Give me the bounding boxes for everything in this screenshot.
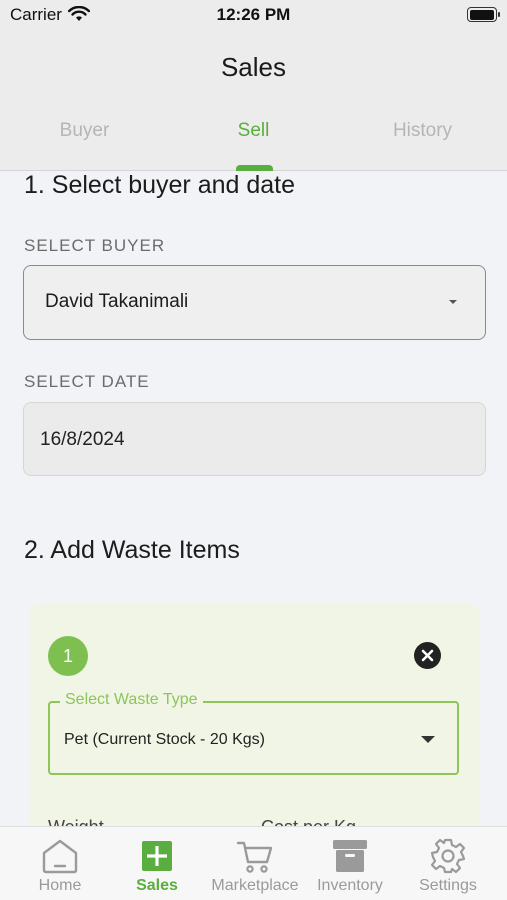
date-field[interactable]: 16/8/2024 — [23, 402, 486, 476]
section-title-buyer-date: 1. Select buyer and date — [24, 171, 296, 199]
waste-type-value: Pet (Current Stock - 20 Kgs) — [64, 731, 265, 748]
plus-square-icon — [142, 841, 172, 871]
nav-marketplace[interactable]: Marketplace — [196, 827, 314, 900]
date-field-value: 16/8/2024 — [40, 429, 125, 450]
nav-settings[interactable]: Settings — [399, 827, 497, 900]
status-bar: Carrier 12:26 PM — [0, 0, 507, 34]
bottom-nav: Home Sales Marketplace Inventory Setting… — [0, 826, 507, 900]
nav-inventory-label: Inventory — [317, 877, 383, 894]
cart-icon — [236, 841, 273, 873]
caret-down-icon — [421, 736, 435, 743]
remove-item-button[interactable] — [414, 642, 441, 669]
nav-settings-label: Settings — [419, 877, 477, 894]
gear-icon — [430, 838, 466, 874]
weight-label: Weight — [48, 817, 104, 826]
clock: 12:26 PM — [216, 5, 291, 24]
cost-per-kg-label: Cost per Kg — [261, 817, 356, 826]
sell-form[interactable]: 1. Select buyer and date SELECT BUYER Da… — [0, 171, 507, 826]
tab-bar: Buyer Sell History — [0, 120, 507, 170]
app-header: Sales Buyer Sell History — [0, 34, 507, 171]
nav-inventory[interactable]: Inventory — [305, 827, 395, 900]
home-icon — [42, 839, 78, 874]
tab-history[interactable]: History — [338, 120, 507, 142]
tab-sell[interactable]: Sell — [169, 120, 338, 142]
page-title: Sales — [220, 52, 287, 82]
date-label: SELECT DATE — [24, 372, 150, 391]
waste-type-label: Select Waste Type — [60, 691, 203, 709]
waste-type-select[interactable]: Select Waste Type Pet (Current Stock - 2… — [48, 691, 459, 775]
archive-box-icon — [333, 840, 367, 872]
buyer-select-value: David Takanimali — [45, 291, 189, 312]
item-number-badge: 1 — [48, 636, 88, 676]
caret-down-icon — [449, 300, 457, 304]
waste-item-card: 1 Select Waste Type Pet (Current Stock -… — [29, 603, 479, 826]
close-icon — [421, 649, 434, 662]
section-title-waste-items: 2. Add Waste Items — [24, 536, 240, 564]
battery-icon — [467, 7, 500, 22]
nav-marketplace-label: Marketplace — [211, 877, 299, 894]
buyer-label: SELECT BUYER — [24, 236, 166, 255]
buyer-select[interactable]: David Takanimali — [23, 265, 486, 340]
tab-buyer[interactable]: Buyer — [0, 120, 169, 142]
